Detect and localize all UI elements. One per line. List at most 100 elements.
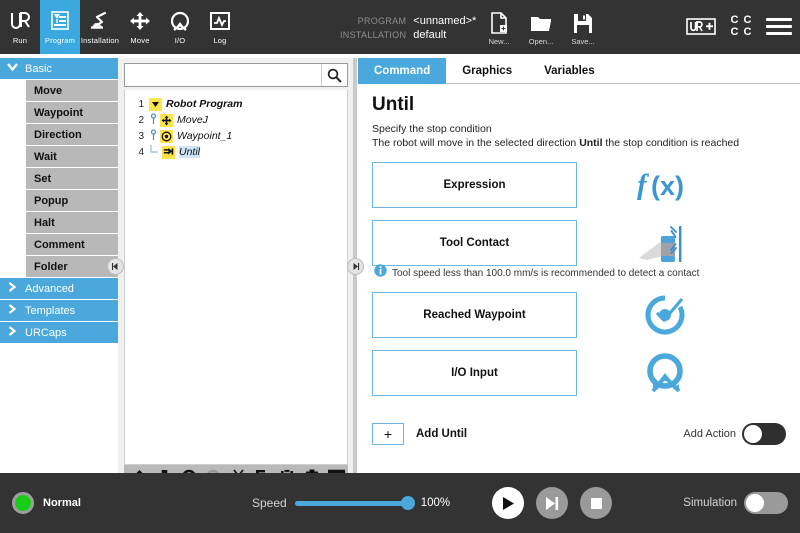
stop-button[interactable] [580, 487, 612, 519]
command-panel: Command Graphics Variables Until Specify… [358, 58, 800, 473]
sidebar-group-basic-label: Basic [25, 62, 52, 75]
nav-tab-run-label: Run [12, 36, 28, 45]
tool-contact-button[interactable]: Tool Contact [372, 220, 577, 266]
log-icon [209, 8, 231, 34]
stop-icon [590, 497, 602, 509]
expression-button[interactable]: Expression [372, 162, 577, 208]
sidebar-item-move[interactable]: Move [26, 80, 118, 102]
table-row[interactable]: 4 Until [125, 144, 347, 160]
play-button[interactable] [492, 487, 524, 519]
description-line-2-c: the stop condition is reached [602, 137, 740, 149]
table-row[interactable]: 3 Waypoint_1 [125, 128, 347, 144]
sidebar-item-popup[interactable]: Popup [26, 190, 118, 212]
nav-tab-io[interactable]: I/O [160, 0, 200, 54]
nav-tab-installation[interactable]: Installation [80, 0, 120, 54]
info-icon [374, 264, 387, 282]
page-title: Until [372, 94, 415, 115]
ur-plus-icon[interactable] [686, 15, 716, 37]
add-action-control: Add Action [683, 423, 786, 445]
tree-branch-icon [149, 112, 158, 129]
file-actions: New... Open... Save... [478, 8, 604, 46]
option-row-reached-waypoint: Reached Waypoint [372, 292, 786, 338]
sidebar-item-halt-label: Halt [34, 216, 55, 229]
cc-badge-3: C [730, 26, 739, 38]
sidebar-item-folder[interactable]: Folder [26, 256, 118, 278]
option-row-expression: Expression f (x) [372, 162, 786, 208]
installation-name-value: default [413, 29, 447, 41]
cc-status-badges[interactable]: C C C C [728, 14, 754, 38]
search-icon[interactable] [321, 64, 347, 86]
function-fx-icon: f (x) [605, 166, 725, 204]
nav-tab-program[interactable]: Program [40, 0, 80, 54]
tab-command[interactable]: Command [358, 58, 447, 84]
add-action-toggle[interactable] [742, 423, 786, 445]
speed-slider-track [294, 500, 413, 506]
until-options: Expression f (x) Tool Contact Tool speed… [372, 162, 786, 396]
step-button[interactable] [536, 487, 568, 519]
nav-tab-run[interactable]: Run [0, 0, 40, 54]
io-input-icon [605, 350, 725, 396]
tree-row-number: 1 [138, 98, 144, 110]
command-content: Until Specify the stop condition The rob… [358, 84, 800, 396]
add-until-row: + Add Until Add Action [372, 423, 786, 445]
robot-status[interactable]: Normal [12, 492, 81, 514]
svg-text:(x): (x) [651, 171, 684, 201]
sidebar-group-urcaps[interactable]: URCaps [0, 322, 118, 344]
sidebar-item-waypoint[interactable]: Waypoint [26, 102, 118, 124]
nav-tab-move[interactable]: Move [120, 0, 160, 54]
nav-tab-log[interactable]: Log [200, 0, 240, 54]
cc-badge-4: C [743, 26, 752, 38]
movej-icon[interactable] [160, 113, 173, 127]
collapse-right-icon[interactable] [347, 258, 364, 275]
sidebar-item-halt[interactable]: Halt [26, 212, 118, 234]
sidebar-item-comment[interactable]: Comment [26, 234, 118, 256]
installation-icon [88, 8, 112, 34]
ur-logo-icon [9, 8, 31, 34]
add-until-label: Add Until [416, 428, 468, 440]
save-button[interactable]: Save... [562, 8, 604, 46]
step-icon [546, 496, 559, 510]
sidebar-group-templates[interactable]: Templates [0, 300, 118, 322]
sidebar-item-wait[interactable]: Wait [26, 146, 118, 168]
sidebar-group-basic[interactable]: Basic [0, 58, 118, 80]
play-icon [503, 496, 514, 510]
table-row[interactable]: 1 Robot Program [125, 96, 347, 112]
command-description: Specify the stop condition The robot wil… [372, 122, 786, 150]
tab-graphics[interactable]: Graphics [446, 58, 528, 84]
reached-waypoint-button[interactable]: Reached Waypoint [372, 292, 577, 338]
tab-variables[interactable]: Variables [528, 58, 611, 84]
sidebar-item-set-label: Set [34, 172, 52, 185]
sidebar-group-templates-label: Templates [25, 304, 76, 317]
search-input[interactable] [125, 64, 321, 86]
hamburger-menu-icon[interactable] [766, 17, 792, 35]
tab-command-label: Command [374, 65, 431, 77]
add-until-button[interactable]: + [372, 423, 404, 445]
tree-row-label: MoveJ [177, 114, 208, 126]
open-button[interactable]: Open... [520, 8, 562, 46]
move-icon [129, 8, 151, 34]
description-line-2: The robot will move in the selected dire… [372, 136, 786, 150]
option-row-tool-contact: Tool Contact [372, 220, 786, 266]
io-input-button[interactable]: I/O Input [372, 350, 577, 396]
simulation-toggle[interactable] [744, 492, 788, 514]
until-icon[interactable] [162, 145, 175, 159]
speed-slider[interactable] [294, 495, 415, 511]
new-button-label: New... [488, 37, 510, 46]
tree-row-label: Robot Program [166, 98, 243, 110]
table-row[interactable]: 2 MoveJ [125, 112, 347, 128]
waypoint-icon[interactable] [160, 129, 173, 143]
new-file-icon [489, 8, 509, 34]
panel-tabs: Command Graphics Variables [358, 58, 800, 84]
sidebar-item-wait-label: Wait [34, 150, 57, 163]
speed-slider-knob[interactable] [400, 496, 415, 510]
triangle-down-icon[interactable] [149, 97, 162, 111]
sidebar-item-set[interactable]: Set [26, 168, 118, 190]
tree-branch-icon [149, 128, 158, 145]
sidebar-group-advanced[interactable]: Advanced [0, 278, 118, 300]
speed-label: Speed [252, 496, 287, 510]
new-button[interactable]: New... [478, 8, 520, 46]
sidebar-item-direction[interactable]: Direction [26, 124, 118, 146]
reached-waypoint-icon [605, 293, 725, 337]
tree-row-number: 3 [138, 130, 144, 142]
collapse-left-icon[interactable] [107, 258, 124, 275]
